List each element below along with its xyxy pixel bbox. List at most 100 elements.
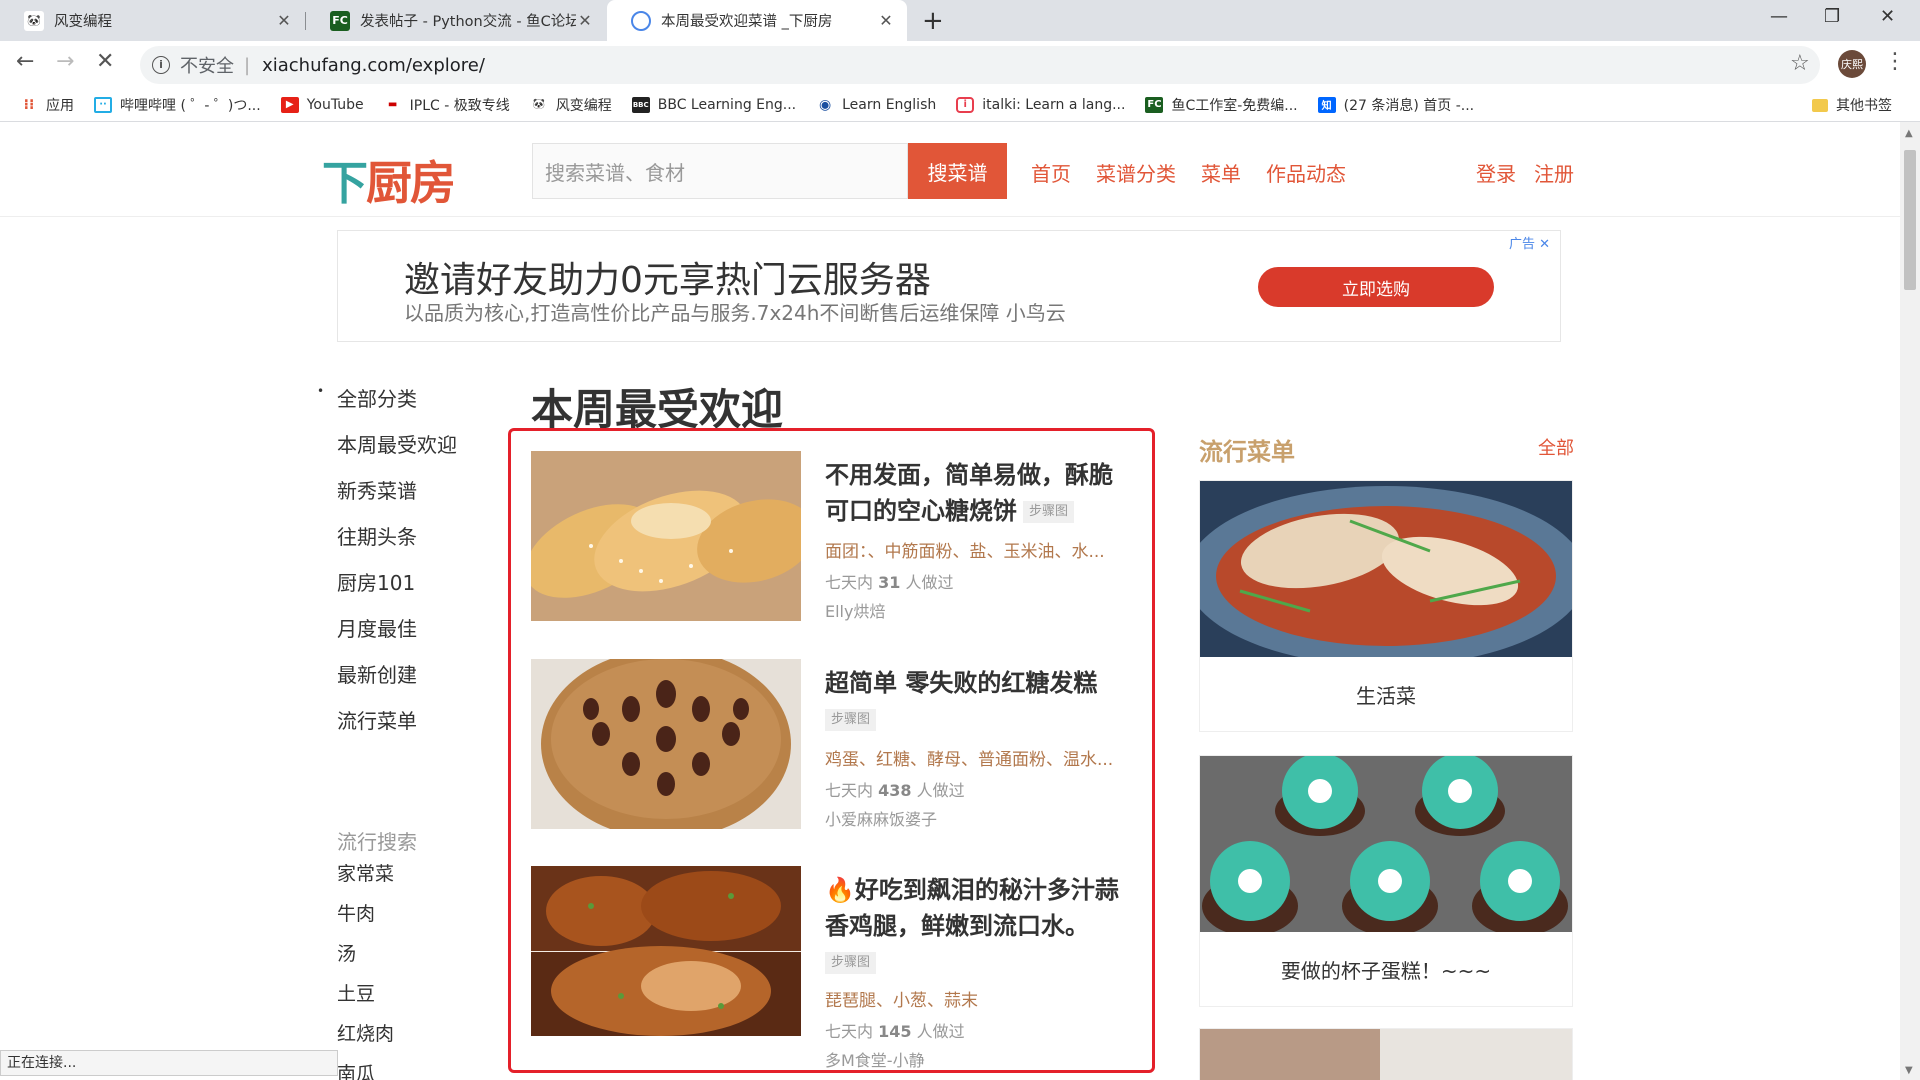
recipe-stats: 七天内 31 人做过 <box>825 569 953 593</box>
ad-banner[interactable]: 邀请好友助力0元享热门云服务器 以品质为核心,打造高性价比产品与服务.7x24h… <box>337 230 1561 342</box>
bookmark-bilibili[interactable]: ·· 哔哩哔哩 ( ゜- ゜)つ... <box>94 95 261 115</box>
other-bookmarks[interactable]: 其他书签 <box>1812 95 1892 115</box>
see-all-link[interactable]: 全部 <box>1538 434 1574 460</box>
menu-image[interactable] <box>1200 756 1572 932</box>
scroll-up-icon[interactable]: ▲ <box>1905 128 1913 139</box>
globe-icon: ◉ <box>819 96 832 113</box>
popular-search-item[interactable]: 土豆 <box>337 978 394 1018</box>
bookmark-learn-english[interactable]: ◉ Learn English <box>816 97 936 113</box>
profile-avatar[interactable]: 庆熙 <box>1838 50 1866 78</box>
leftnav-monthly-best[interactable]: 月度最佳 <box>337 610 457 656</box>
nav-menus[interactable]: 菜单 <box>1201 158 1241 187</box>
menu-image[interactable] <box>1200 481 1572 657</box>
bookmark-label: 哔哩哔哩 ( ゜- ゜)つ... <box>120 97 261 114</box>
forward-icon[interactable]: → <box>56 49 74 74</box>
recipe-image[interactable] <box>531 866 801 1036</box>
minimize-icon[interactable]: — <box>1770 6 1788 27</box>
tab-fishc[interactable]: FC 发表帖子 - Python交流 - 鱼C论坛 ✕ <box>306 0 606 41</box>
stats-suffix: 人做过 <box>916 1022 965 1041</box>
menu-icon[interactable]: ⋮ <box>1884 49 1906 74</box>
bookmark-label: 风变编程 <box>555 97 612 114</box>
window-close-icon[interactable]: ✕ <box>1880 6 1895 27</box>
scroll-thumb[interactable] <box>1904 150 1916 290</box>
stop-icon[interactable]: ✕ <box>96 49 114 74</box>
tab-xiachufang[interactable]: 本周最受欢迎菜谱 _下厨房 ✕ <box>607 0 907 41</box>
recipe-title[interactable]: 不用发面，简单易做，酥脆可口的空心糖烧饼 步骤图 <box>825 457 1125 529</box>
recipe-author[interactable]: 小爱麻麻饭婆子 <box>825 806 937 830</box>
popular-search-item[interactable]: 家常菜 <box>337 858 394 898</box>
stats-prefix: 七天内 <box>825 1022 874 1041</box>
back-icon[interactable]: ← <box>16 49 34 74</box>
bookmark-star-icon[interactable]: ☆ <box>1790 51 1810 76</box>
bookmark-iplc[interactable]: ▬ IPLC - 极致专线 <box>384 95 510 115</box>
recipe-image[interactable] <box>531 451 801 621</box>
nav-home[interactable]: 首页 <box>1031 158 1071 187</box>
stats-prefix: 七天内 <box>825 573 874 592</box>
tab-fengbian[interactable]: 🐼 风变编程 ✕ <box>0 0 305 41</box>
zhihu-icon: 知 <box>1317 96 1336 113</box>
leftnav-new-recipes[interactable]: 新秀菜谱 <box>337 472 457 518</box>
bookmark-label: YouTube <box>306 96 364 113</box>
restore-icon[interactable]: ❐ <box>1824 6 1840 27</box>
login-link[interactable]: 登录 <box>1476 158 1516 187</box>
recipe-card[interactable]: 超简单 零失败的红糖发糕 步骤图 鸡蛋、红糖、酵母、普通面粉、温水... 七天内 … <box>531 659 1131 834</box>
leftnav-kitchen101[interactable]: 厨房101 <box>337 564 457 610</box>
recipe-author[interactable]: 多M食堂-小静 <box>825 1047 925 1071</box>
menu-label[interactable]: 要做的杯子蛋糕！~~~ <box>1200 932 1572 1006</box>
ad-tag[interactable]: 广告 ✕ <box>1509 233 1550 252</box>
leftnav-popular-menus[interactable]: 流行菜单 <box>337 702 457 748</box>
ad-close-icon[interactable]: ✕ <box>1539 237 1550 252</box>
leftnav-latest[interactable]: 最新创建 <box>337 656 457 702</box>
address-bar[interactable]: i 不安全 | xiachufang.com/explore/ <box>140 46 1820 84</box>
bookmark-bbc[interactable]: BBC BBC Learning Eng... <box>631 96 797 113</box>
leftnav-past-headlines[interactable]: 往期头条 <box>337 518 457 564</box>
tab-title: 发表帖子 - Python交流 - 鱼C论坛 <box>360 14 576 30</box>
popular-search-title: 流行搜索 <box>337 830 417 854</box>
bookmark-label: 鱼C工作室-免费编... <box>1171 97 1298 114</box>
popular-search-item[interactable]: 牛肉 <box>337 898 394 938</box>
recipe-author[interactable]: Elly烘焙 <box>825 598 885 622</box>
bookmark-fishc[interactable]: FC 鱼C工作室-免费编... <box>1145 95 1298 115</box>
nav-dishes[interactable]: 作品动态 <box>1266 158 1346 187</box>
recipe-card[interactable]: 不用发面，简单易做，酥脆可口的空心糖烧饼 步骤图 面团：、中筋面粉、盐、玉米油、水… <box>531 451 1131 626</box>
recipe-stats: 七天内 438 人做过 <box>825 777 965 801</box>
bookmark-zhihu[interactable]: 知 (27 条消息) 首页 -... <box>1317 95 1474 115</box>
new-tab-button[interactable]: + <box>922 6 944 36</box>
leftnav-weekly-popular[interactable]: 本周最受欢迎 <box>337 426 457 472</box>
bookmark-fengbian[interactable]: 🐼 风变编程 <box>530 95 612 115</box>
menu-label[interactable]: 生活菜 <box>1200 657 1572 731</box>
menu-card[interactable]: 要做的杯子蛋糕！~~~ <box>1199 755 1573 1007</box>
menu-card[interactable] <box>1199 1028 1573 1080</box>
search-input[interactable]: 搜索菜谱、食材 <box>532 143 908 199</box>
leftnav-all-categories[interactable]: 全部分类 <box>337 380 457 426</box>
recipe-title[interactable]: 超简单 零失败的红糖发糕 步骤图 <box>825 665 1125 737</box>
scroll-down-icon[interactable]: ▼ <box>1905 1065 1913 1076</box>
url-text[interactable]: xiachufang.com/explore/ <box>262 55 485 76</box>
page-scrollbar[interactable]: ▲ ▼ <box>1900 122 1920 1080</box>
bookmark-apps[interactable]: ⁝⁝ 应用 <box>20 95 74 115</box>
site-logo[interactable]: 下厨房 <box>322 147 456 213</box>
bookmark-youtube[interactable]: ▶ YouTube <box>280 96 364 113</box>
close-icon[interactable]: ✕ <box>275 11 293 30</box>
info-icon[interactable]: i <box>152 56 170 74</box>
logo-part1: 下 <box>322 156 368 210</box>
bbc-icon: BBC <box>631 96 650 113</box>
close-icon[interactable]: ✕ <box>576 11 594 30</box>
menu-image[interactable] <box>1200 1029 1572 1080</box>
bookmark-label: BBC Learning Eng... <box>657 96 797 113</box>
register-link[interactable]: 注册 <box>1534 158 1574 187</box>
ad-cta-button[interactable]: 立即选购 <box>1258 267 1494 307</box>
recipe-card[interactable]: 🔥好吃到飙泪的秘汁多汁蒜香鸡腿，鲜嫩到流口水。 步骤图 琵琶腿、小葱、蒜末 七天内… <box>531 866 1131 1070</box>
step-badge: 步骤图 <box>825 952 877 974</box>
recipe-title[interactable]: 🔥好吃到飙泪的秘汁多汁蒜香鸡腿，鲜嫩到流口水。 步骤图 <box>825 872 1125 980</box>
stats-prefix: 七天内 <box>825 781 874 800</box>
bookmark-italki[interactable]: i italki: Learn a lang... <box>956 96 1125 113</box>
menu-card[interactable]: 生活菜 <box>1199 480 1573 732</box>
popular-search-item[interactable]: 南瓜 <box>337 1058 394 1080</box>
popular-search-item[interactable]: 汤 <box>337 938 394 978</box>
nav-categories[interactable]: 菜谱分类 <box>1096 158 1176 187</box>
popular-search-item[interactable]: 红烧肉 <box>337 1018 394 1058</box>
recipe-image[interactable] <box>531 659 801 829</box>
search-button[interactable]: 搜菜谱 <box>908 143 1007 199</box>
close-icon[interactable]: ✕ <box>877 11 895 30</box>
